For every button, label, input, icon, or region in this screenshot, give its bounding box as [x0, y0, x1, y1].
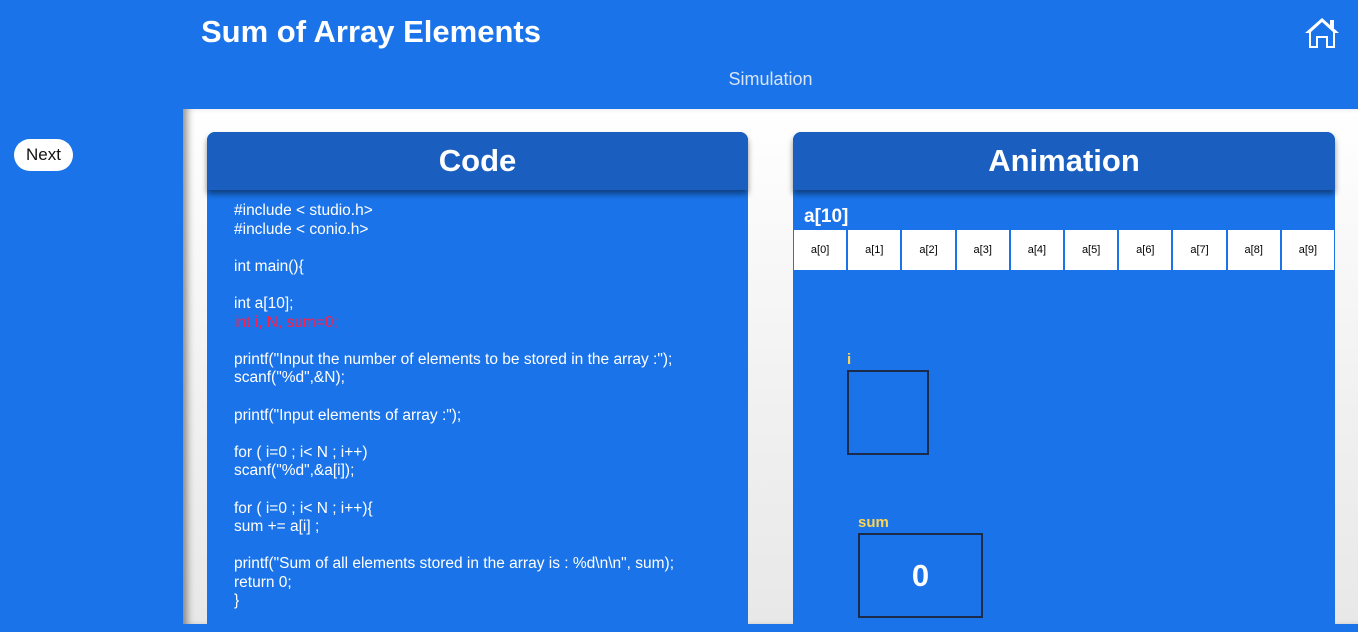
- variable-sum-box: 0: [858, 533, 983, 618]
- variable-sum-label: sum: [858, 514, 889, 531]
- code-line: for ( i=0 ; i< N ; i++){: [234, 499, 373, 517]
- variable-i-box: [847, 370, 929, 455]
- array-cell: a[7]: [1172, 229, 1227, 271]
- animation-panel-title: Animation: [793, 132, 1335, 190]
- code-line: printf("Sum of all elements stored in th…: [234, 555, 675, 573]
- sidebar: [0, 109, 183, 624]
- array-cell: a[0]: [793, 229, 848, 271]
- array-cell: a[9]: [1280, 229, 1336, 271]
- home-icon[interactable]: [1303, 16, 1341, 50]
- code-panel-title: Code: [207, 132, 748, 190]
- array-cell: a[5]: [1064, 229, 1119, 271]
- array-cells: a[0] a[1] a[2] a[3] a[4] a[5] a[6] a[7] a[8] a[9]: [793, 229, 1336, 271]
- next-button[interactable]: Next: [14, 139, 73, 171]
- code-line: }: [234, 592, 240, 610]
- array-cell: a[8]: [1226, 229, 1281, 271]
- page-title: Sum of Array Elements: [201, 14, 541, 49]
- variable-i-label: i: [847, 351, 852, 368]
- array-cell: a[2]: [901, 229, 956, 271]
- array-cell: a[1]: [847, 229, 902, 271]
- animation-panel: Animation a[10] a[0] a[1] a[2] a[3] a[4] a[5]…: [793, 132, 1336, 632]
- code-line: scanf("%d",&N);: [234, 369, 345, 387]
- code-line: return 0;: [234, 573, 292, 591]
- code-line: for ( i=0 ; i< N ; i++): [234, 443, 368, 461]
- array-cell: a[3]: [955, 229, 1010, 271]
- code-line: #include < conio.h>: [234, 220, 369, 238]
- code-line: printf("Input elements of array :");: [234, 406, 462, 424]
- header: Sum of Array Elements Simulation: [0, 0, 1358, 109]
- code-line: int i, N, sum=0;: [234, 313, 338, 331]
- array-cell: a[6]: [1118, 229, 1173, 271]
- code-line: int a[10];: [234, 294, 294, 312]
- array-label: a[10]: [804, 206, 849, 227]
- code-panel: Code #include < studio.h> #include < coni…: [207, 132, 748, 632]
- page-subtitle: Simulation: [728, 69, 813, 89]
- code-listing: #include < studio.h> #include < conio.h> i…: [234, 202, 734, 611]
- code-line: #include < studio.h>: [234, 202, 373, 219]
- code-line: int main(){: [234, 257, 304, 275]
- code-line: sum += a[i] ;: [234, 518, 320, 536]
- code-line: scanf("%d",&a[i]);: [234, 462, 355, 480]
- code-line: printf("Input the number of elements to …: [234, 350, 673, 368]
- array-cell: a[4]: [1009, 229, 1065, 271]
